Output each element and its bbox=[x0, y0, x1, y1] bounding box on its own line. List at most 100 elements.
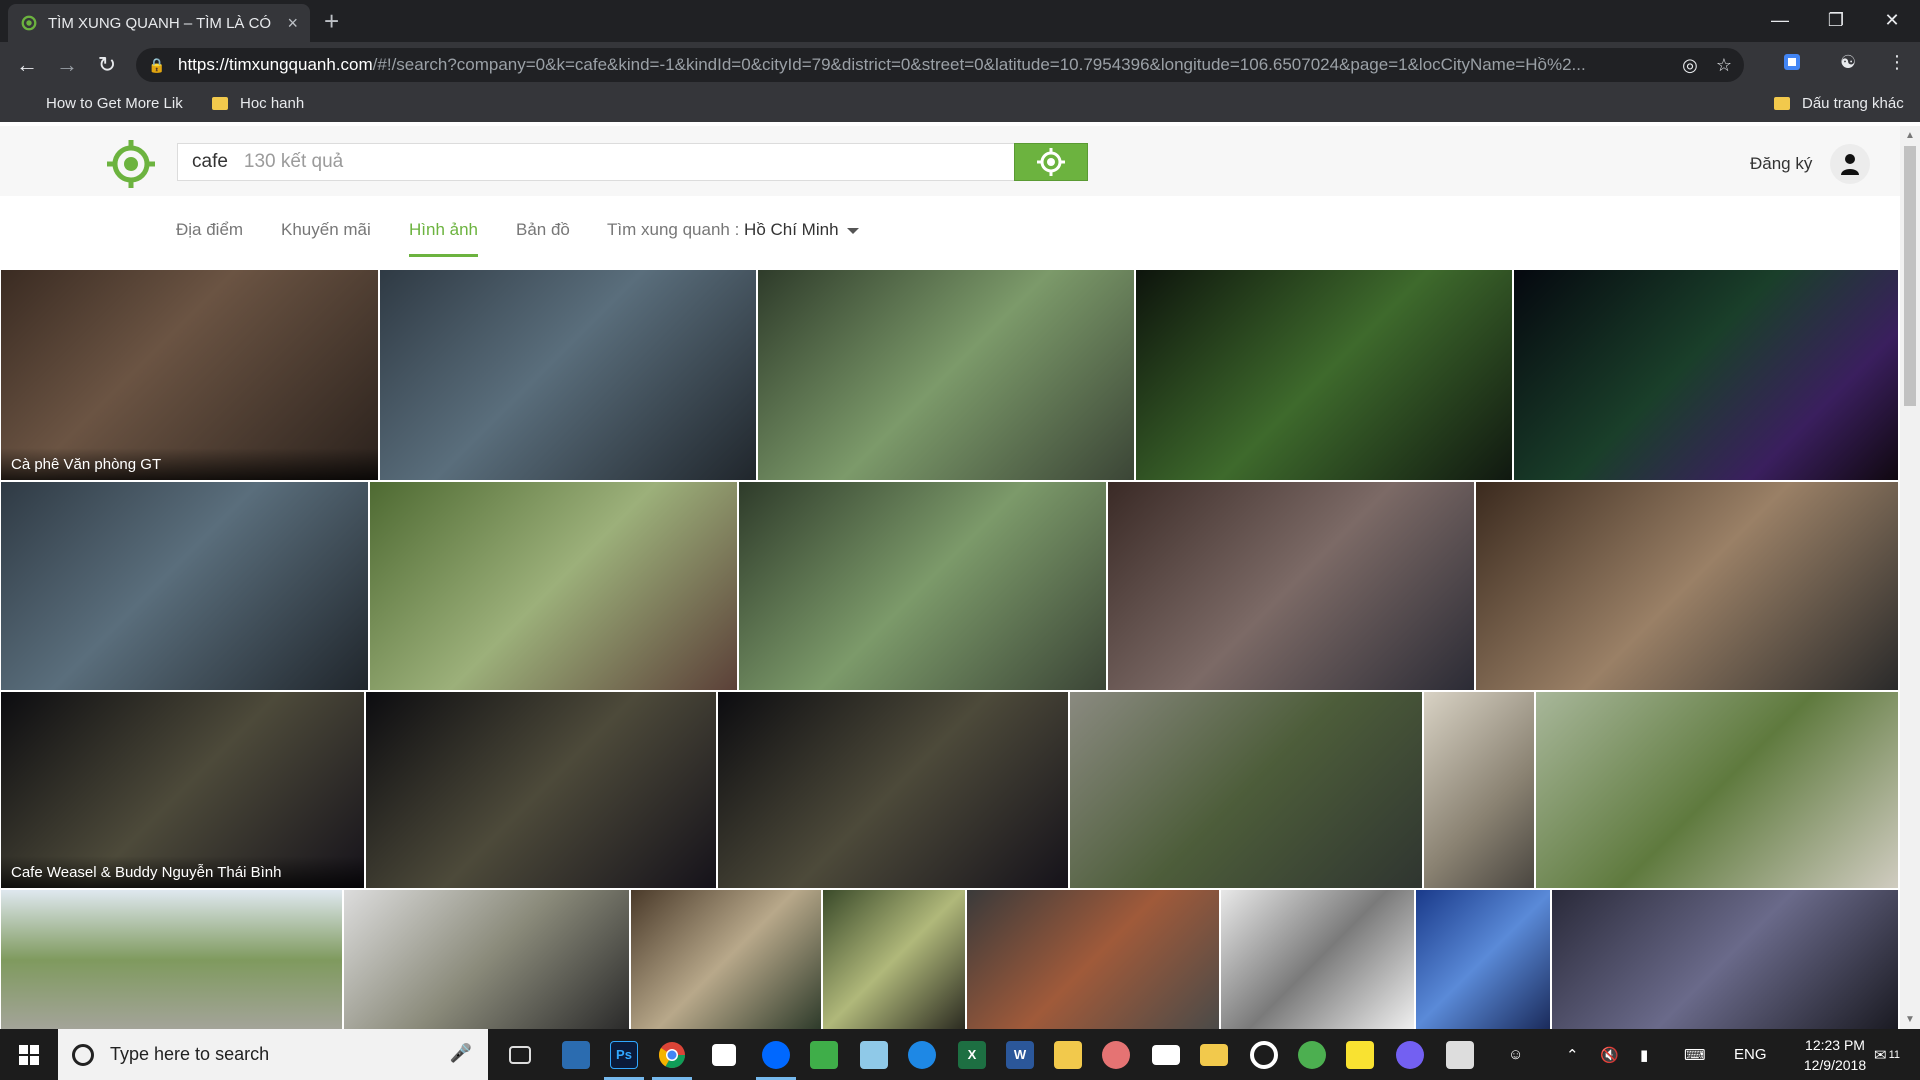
tab-strip: TÌM XUNG QUANH – TÌM LÀ CÓ × + — ❐ ✕ bbox=[0, 0, 1920, 42]
photo-tile[interactable] bbox=[1552, 890, 1898, 1029]
battery-icon[interactable]: ▮ bbox=[1640, 1029, 1648, 1080]
sticky-notes-icon[interactable] bbox=[1336, 1029, 1384, 1080]
photo-tile[interactable] bbox=[1514, 270, 1898, 480]
location-icon[interactable]: ◎ bbox=[1682, 55, 1698, 76]
photo-tile[interactable] bbox=[823, 890, 965, 1029]
people-icon[interactable]: ☺ bbox=[1508, 1029, 1523, 1080]
photo-tile[interactable] bbox=[380, 270, 756, 480]
user-icon[interactable] bbox=[1830, 144, 1870, 184]
signup-link[interactable]: Đăng ký bbox=[1750, 154, 1812, 174]
locate-icon bbox=[1037, 148, 1065, 176]
close-window-icon[interactable]: ✕ bbox=[1864, 0, 1920, 40]
folder-icon[interactable] bbox=[1190, 1029, 1238, 1080]
mail-icon[interactable] bbox=[1142, 1029, 1190, 1080]
browser-tab[interactable]: TÌM XUNG QUANH – TÌM LÀ CÓ × bbox=[8, 4, 310, 42]
word-icon[interactable]: W bbox=[996, 1029, 1044, 1080]
search-input[interactable]: cafe 130 kết quả bbox=[177, 143, 1015, 181]
edge-icon[interactable] bbox=[898, 1029, 946, 1080]
store-icon[interactable] bbox=[700, 1029, 748, 1080]
search-button[interactable] bbox=[1014, 143, 1088, 181]
snip-tool-icon[interactable] bbox=[552, 1029, 600, 1080]
bookmark-star-icon[interactable]: ☆ bbox=[1716, 55, 1732, 76]
notepad-icon[interactable] bbox=[850, 1029, 898, 1080]
volume-muted-icon[interactable]: 🔇 bbox=[1600, 1029, 1619, 1080]
photo-tile[interactable] bbox=[366, 692, 716, 888]
excel-icon[interactable]: X bbox=[948, 1029, 996, 1080]
chevron-down-icon bbox=[847, 227, 860, 234]
keyboard-icon[interactable]: ⌨ bbox=[1684, 1029, 1706, 1080]
cortana-icon bbox=[72, 1043, 94, 1066]
photo-tile[interactable] bbox=[344, 890, 629, 1029]
new-tab-button[interactable]: + bbox=[324, 8, 339, 34]
scroll-down-icon[interactable]: ▼ bbox=[1905, 1014, 1915, 1025]
photo-tile[interactable] bbox=[1424, 692, 1534, 888]
site-favicon-icon bbox=[21, 15, 37, 31]
zalo-icon[interactable] bbox=[752, 1029, 800, 1080]
photo-tile[interactable] bbox=[1, 890, 342, 1029]
folder-icon bbox=[1774, 97, 1790, 110]
chrome-icon[interactable] bbox=[648, 1029, 696, 1080]
microphone-icon[interactable]: 🎤 bbox=[450, 1043, 472, 1064]
photo-tile[interactable] bbox=[631, 890, 821, 1029]
opera-icon[interactable] bbox=[1240, 1029, 1288, 1080]
leaf-app-icon[interactable] bbox=[1288, 1029, 1336, 1080]
tab-khuyen-mai[interactable]: Khuyến mãi bbox=[281, 220, 371, 254]
file-manager-icon[interactable] bbox=[1044, 1029, 1092, 1080]
minimize-icon[interactable]: — bbox=[1752, 0, 1808, 40]
photo-tile[interactable] bbox=[1108, 482, 1474, 690]
photos-icon[interactable] bbox=[1436, 1029, 1484, 1080]
menu-icon[interactable]: ⋮ bbox=[1888, 52, 1906, 73]
taskbar-search-input[interactable]: Type here to search 🎤 bbox=[58, 1029, 488, 1080]
camtasia-icon[interactable] bbox=[800, 1029, 848, 1080]
photo-tile[interactable] bbox=[1536, 692, 1898, 888]
restore-icon[interactable]: ❐ bbox=[1808, 0, 1864, 40]
search-query: cafe bbox=[192, 151, 228, 172]
tab-dia-diem[interactable]: Địa điểm bbox=[176, 220, 243, 254]
page-scrollbar[interactable]: ▲ ▼ bbox=[1900, 126, 1920, 1029]
photo-tile[interactable] bbox=[1, 482, 368, 690]
windows-start-icon[interactable] bbox=[0, 1029, 58, 1080]
language-indicator[interactable]: ENG bbox=[1734, 1029, 1767, 1080]
incognito-icon[interactable]: ☯ bbox=[1840, 52, 1856, 73]
photo-caption: Cafe Weasel & Buddy Nguyễn Thái Bình bbox=[1, 856, 364, 888]
forward-icon[interactable]: → bbox=[52, 50, 82, 80]
back-icon[interactable]: ← bbox=[12, 50, 42, 80]
reload-icon[interactable]: ↻ bbox=[92, 50, 122, 80]
notification-icon[interactable]: ✉ 11 bbox=[1874, 1029, 1900, 1080]
photo-tile[interactable]: Cafe Weasel & Buddy Nguyễn Thái Bình bbox=[1, 692, 364, 888]
web-page: cafe 130 kết quả Đăng ký Địa điểm Khuyến… bbox=[0, 126, 1900, 1029]
photo-tile[interactable] bbox=[739, 482, 1106, 690]
taskbar: Type here to search 🎤 Ps X W ☺ ⌃ 🔇 ▮ ⌨ E… bbox=[0, 1029, 1920, 1080]
tray-expand-icon[interactable]: ⌃ bbox=[1566, 1029, 1579, 1080]
task-view-icon[interactable] bbox=[496, 1029, 544, 1080]
url-text: https://timxungquanh.com/#!/search?compa… bbox=[178, 55, 1586, 74]
photo-tile[interactable] bbox=[1221, 890, 1414, 1029]
photo-tile[interactable] bbox=[967, 890, 1219, 1029]
location-selector[interactable]: Tìm xung quanh : Hồ Chí Minh bbox=[607, 220, 860, 254]
paint-icon[interactable] bbox=[1092, 1029, 1140, 1080]
extension-icon[interactable] bbox=[1782, 52, 1802, 77]
photo-tile[interactable] bbox=[1416, 890, 1550, 1029]
tab-close-icon[interactable]: × bbox=[287, 13, 298, 34]
tab-title: TÌM XUNG QUANH – TÌM LÀ CÓ bbox=[48, 14, 272, 32]
address-bar[interactable]: 🔒 https://timxungquanh.com/#!/search?com… bbox=[136, 48, 1744, 82]
other-bookmarks[interactable]: Dấu trang khác bbox=[1774, 95, 1904, 112]
photo-tile[interactable] bbox=[758, 270, 1134, 480]
photo-tile[interactable] bbox=[718, 692, 1068, 888]
photo-tile[interactable] bbox=[1476, 482, 1898, 690]
lock-icon: 🔒 bbox=[148, 56, 166, 73]
bookmark-hoc-hanh[interactable]: Hoc hanh bbox=[212, 95, 304, 112]
tab-ban-do[interactable]: Bản đồ bbox=[516, 220, 570, 254]
viber-icon[interactable] bbox=[1386, 1029, 1434, 1080]
notification-count: 11 bbox=[1888, 1048, 1900, 1061]
photo-tile[interactable] bbox=[1070, 692, 1422, 888]
photo-tile[interactable]: Cà phê Văn phòng GT bbox=[1, 270, 378, 480]
photo-tile[interactable] bbox=[370, 482, 737, 690]
tab-hinh-anh[interactable]: Hình ảnh bbox=[409, 220, 478, 257]
site-logo-icon[interactable] bbox=[105, 138, 157, 190]
photoshop-icon[interactable]: Ps bbox=[600, 1029, 648, 1080]
scroll-thumb[interactable] bbox=[1904, 146, 1916, 406]
photo-tile[interactable] bbox=[1136, 270, 1512, 480]
scroll-up-icon[interactable]: ▲ bbox=[1905, 130, 1915, 141]
bookmark-how-to[interactable]: How to Get More Lik bbox=[46, 95, 183, 112]
